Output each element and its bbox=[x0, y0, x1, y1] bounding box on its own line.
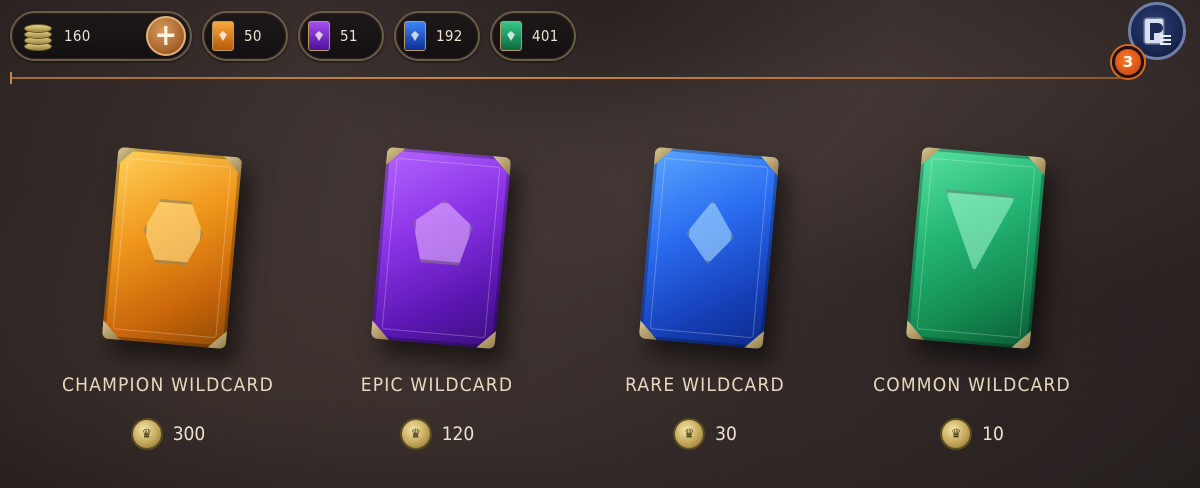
coins-value: 160 bbox=[64, 27, 91, 45]
rare-shard-icon bbox=[404, 21, 426, 51]
champion-shard-icon bbox=[212, 21, 234, 51]
rare-wildcard-card[interactable] bbox=[638, 146, 780, 350]
rare-wildcard-item[interactable]: RARE WILDCARD ♛ 30 bbox=[575, 120, 835, 460]
champion-wildcard-price[interactable]: ♛ 300 bbox=[38, 418, 298, 450]
common-wildcard-price-value: 10 bbox=[982, 423, 1004, 445]
rare-shard-counter: 192 bbox=[394, 11, 480, 61]
notification-badge: 3 bbox=[1112, 46, 1144, 78]
champion-shard-value: 50 bbox=[244, 27, 262, 45]
common-wildcard-card[interactable] bbox=[905, 146, 1047, 350]
rare-wildcard-label: RARE WILDCARD bbox=[625, 374, 785, 396]
coin-icon: ♛ bbox=[673, 418, 706, 450]
common-shard-value: 401 bbox=[532, 27, 559, 45]
common-shard-icon bbox=[500, 21, 522, 51]
epic-wildcard-price-value: 120 bbox=[441, 423, 475, 445]
add-coins-button[interactable]: + bbox=[146, 16, 186, 56]
champion-shard-counter: 50 bbox=[202, 11, 288, 61]
coins-counter: 160 + bbox=[10, 11, 192, 61]
rare-wildcard-price-value: 30 bbox=[715, 423, 737, 445]
player-profile-icon bbox=[1143, 17, 1171, 45]
currency-bar: 160 + 50 51 192 401 bbox=[10, 10, 576, 62]
champion-wildcard-card[interactable] bbox=[101, 146, 243, 350]
epic-wildcard-price[interactable]: ♛ 120 bbox=[307, 418, 567, 450]
header-divider bbox=[10, 72, 1122, 84]
champion-wildcard-item[interactable]: CHAMPION WILDCARD ♛ 300 bbox=[38, 120, 298, 460]
rare-shard-value: 192 bbox=[436, 27, 463, 45]
epic-wildcard-label: EPIC WILDCARD bbox=[360, 374, 514, 396]
champion-wildcard-price-value: 300 bbox=[172, 423, 206, 445]
epic-shard-value: 51 bbox=[340, 27, 358, 45]
rare-wildcard-price[interactable]: ♛ 30 bbox=[575, 418, 835, 450]
coin-stack-icon bbox=[20, 18, 56, 54]
common-shard-counter: 401 bbox=[490, 11, 576, 61]
coin-icon: ♛ bbox=[399, 418, 432, 450]
common-wildcard-price[interactable]: ♛ 10 bbox=[842, 418, 1102, 450]
epic-wildcard-item[interactable]: EPIC WILDCARD ♛ 120 bbox=[307, 120, 567, 460]
coin-icon: ♛ bbox=[940, 418, 973, 450]
epic-wildcard-card[interactable] bbox=[370, 146, 512, 350]
common-wildcard-label: COMMON WILDCARD bbox=[873, 374, 1071, 396]
common-wildcard-item[interactable]: COMMON WILDCARD ♛ 10 bbox=[842, 120, 1102, 460]
wildcard-shop: CHAMPION WILDCARD ♛ 300 EPIC WILDCARD ♛ … bbox=[0, 120, 1200, 480]
coin-icon: ♛ bbox=[130, 418, 163, 450]
epic-shard-icon bbox=[308, 21, 330, 51]
champion-wildcard-label: CHAMPION WILDCARD bbox=[62, 374, 274, 396]
epic-shard-counter: 51 bbox=[298, 11, 384, 61]
